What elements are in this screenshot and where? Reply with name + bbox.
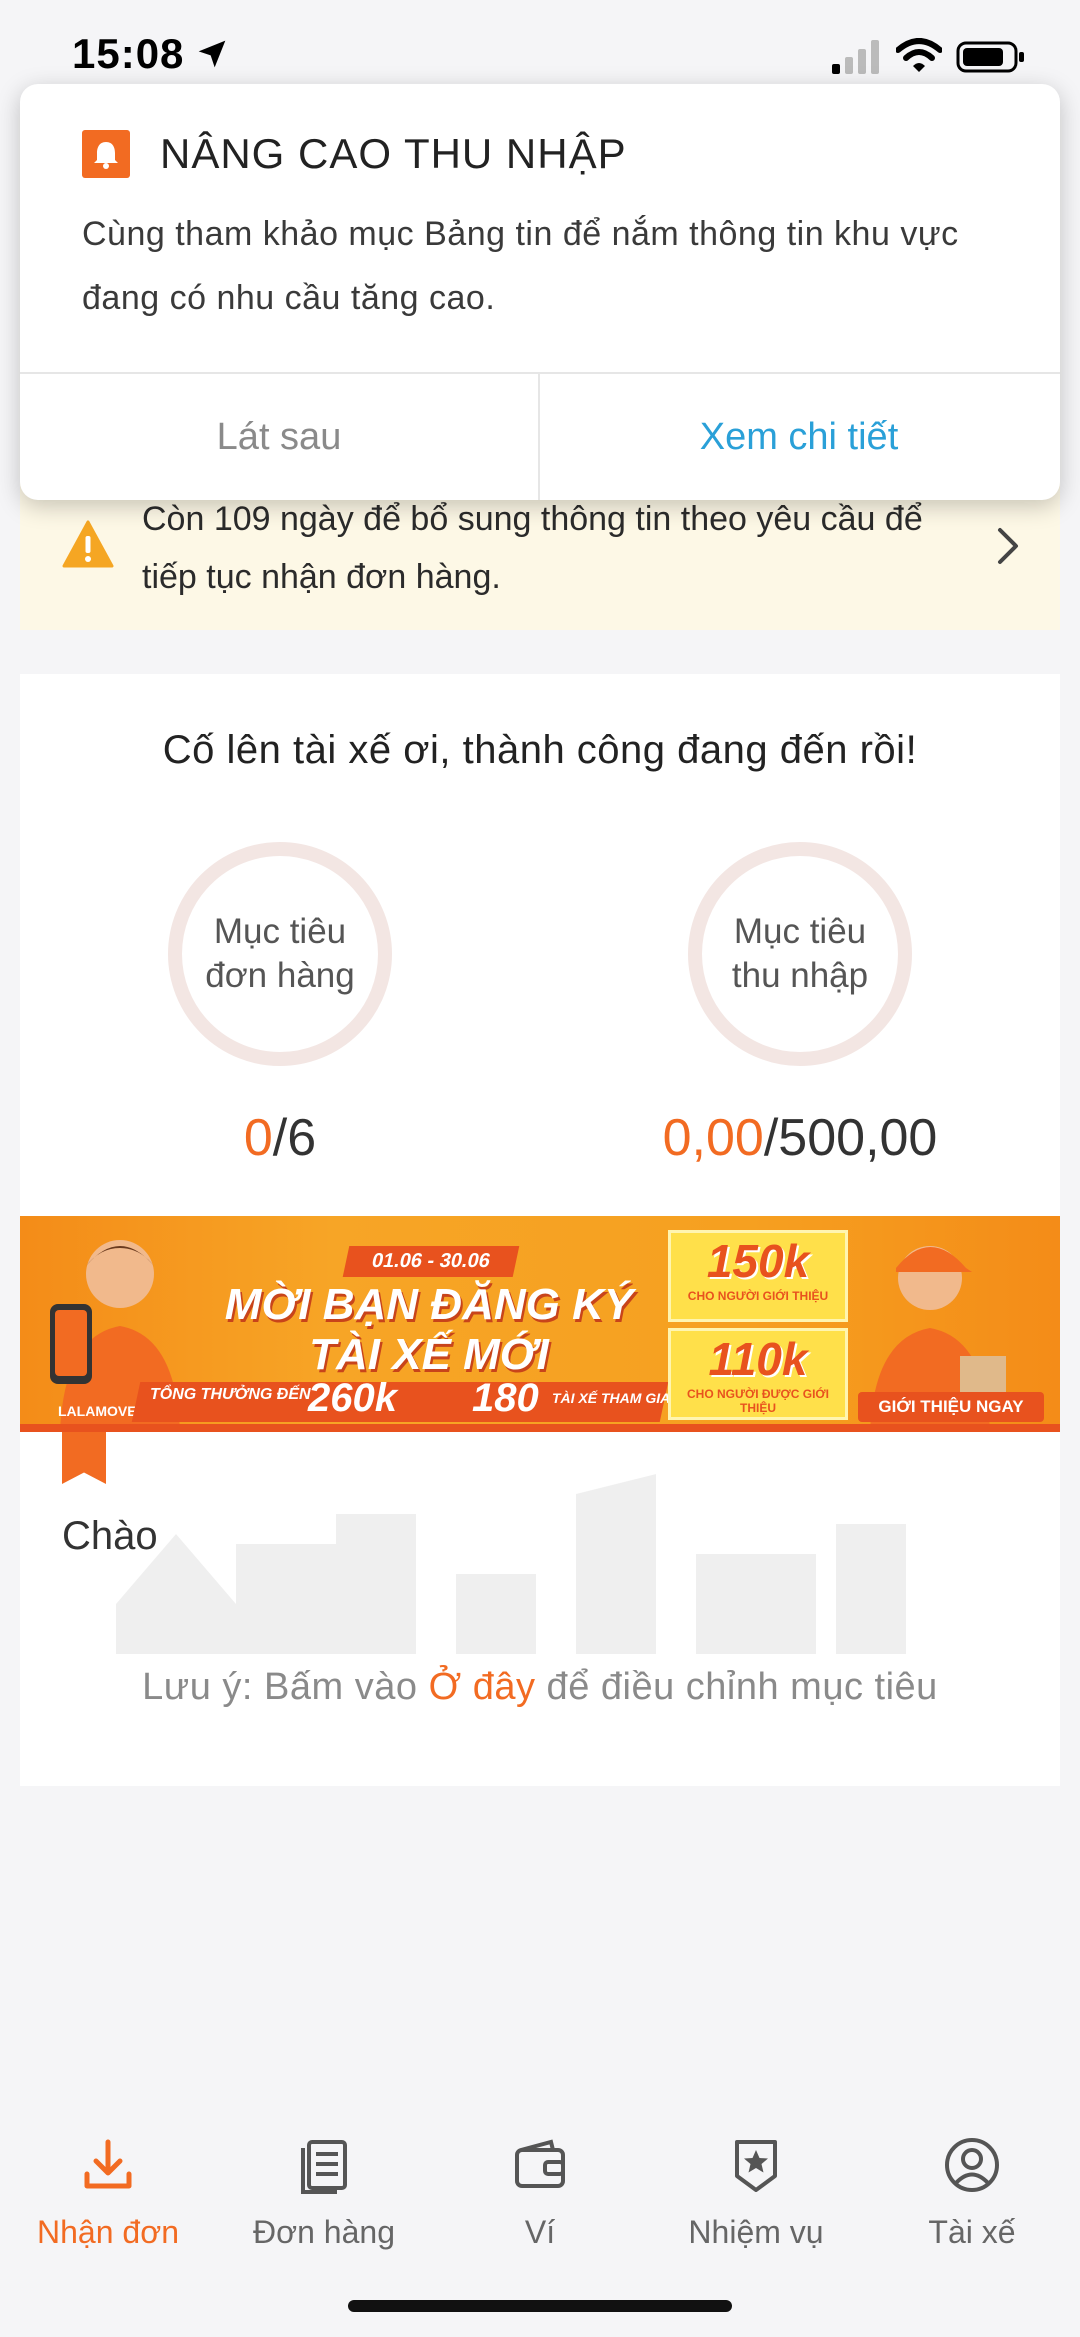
note-suffix: để điều chỉnh mục tiêu bbox=[535, 1666, 938, 1708]
referee-reward-box: 110k CHO NGƯỜI ĐƯỢC GIỚI THIỆU bbox=[668, 1328, 848, 1420]
tab-label: Ví bbox=[524, 2214, 556, 2250]
notification-body: Cùng tham khảo mục Bảng tin để nắm thông… bbox=[82, 215, 959, 317]
order-goal-ring[interactable]: Mục tiêu đơn hàng bbox=[168, 842, 392, 1066]
tab-label: Nhận đơn bbox=[37, 2214, 179, 2250]
promo-title-line1: MỜI BẠN ĐĂNG KÝ bbox=[224, 1280, 634, 1329]
adjust-goal-link[interactable]: Ở đây bbox=[429, 1666, 536, 1708]
order-progress: 0/6 bbox=[80, 1108, 480, 1168]
cellular-signal-icon bbox=[832, 40, 879, 74]
brand-text: LALAMOVE bbox=[58, 1403, 137, 1419]
chevron-right-icon bbox=[998, 528, 1018, 564]
income-progress: 0,00/500,00 bbox=[600, 1108, 1000, 1168]
motivation-slogan: Cố lên tài xế ơi, thành công đang đến rồ… bbox=[162, 728, 918, 772]
referrer-amount: 150k bbox=[706, 1235, 810, 1287]
status-bar: 15:08 bbox=[0, 0, 1080, 90]
status-time: 15:08 bbox=[72, 30, 185, 77]
income-goal-label: Mục tiêu thu nhập bbox=[731, 912, 869, 995]
goal-note: Lưu ý: Bấm vào Ở đây để điều chỉnh mục t… bbox=[20, 1666, 1060, 1709]
greeting-text: Chào bbox=[62, 1514, 158, 1558]
document-list-icon bbox=[301, 2140, 347, 2194]
city-skyline-illustration bbox=[116, 1474, 906, 1654]
income-current: 0,00 bbox=[662, 1109, 764, 1167]
location-arrow-icon bbox=[198, 40, 226, 68]
notification-popup: NÂNG CAO THU NHẬP Cùng tham khảo mục Bản… bbox=[20, 84, 1060, 500]
referral-promo-banner[interactable]: LALAMOVE 01.06 - 30.06 MỜI BẠN ĐĂNG KÝ T… bbox=[20, 1216, 1060, 1432]
bonus-amount: 260k bbox=[308, 1376, 397, 1420]
goals-card: Cố lên tài xế ơi, thành công đang đến rồ… bbox=[20, 674, 1060, 1786]
referee-amount: 110k bbox=[708, 1333, 808, 1385]
bookmark-ribbon-icon bbox=[62, 1432, 106, 1484]
home-indicator[interactable] bbox=[348, 2300, 732, 2312]
tab-label: Nhiệm vụ bbox=[688, 2214, 824, 2250]
battery-icon bbox=[956, 41, 1024, 73]
wifi-icon bbox=[896, 38, 942, 72]
tab-label: Tài xế bbox=[928, 2214, 1016, 2250]
star-badge-icon bbox=[735, 2140, 777, 2192]
tab-nhan-don[interactable]: Nhận đơn bbox=[0, 2136, 216, 2266]
view-detail-button[interactable]: Xem chi tiết bbox=[540, 374, 1058, 500]
refer-now-button[interactable]: GIỚI THIỆU NGAY bbox=[858, 1392, 1044, 1422]
referrer-reward-box: 150k CHO NGƯỜI GIỚI THIỆU bbox=[668, 1230, 848, 1322]
referee-label: CHO NGƯỜI ĐƯỢC GIỚI THIỆU bbox=[687, 1387, 829, 1415]
later-button[interactable]: Lát sau bbox=[20, 374, 538, 500]
tab-tai-xe[interactable]: Tài xế bbox=[864, 2136, 1080, 2266]
notification-title: NÂNG CAO THU NHẬP bbox=[160, 130, 627, 177]
order-current: 0 bbox=[243, 1109, 273, 1167]
warning-icon bbox=[62, 520, 114, 568]
wallet-icon bbox=[515, 2139, 565, 2188]
note-prefix: Lưu ý: Bấm vào bbox=[142, 1666, 429, 1708]
tab-nhiem-vu[interactable]: Nhiệm vụ bbox=[648, 2136, 864, 2266]
drivers-suffix: TÀI XẾ THAM GIA bbox=[552, 1390, 671, 1406]
promo-date: 01.06 - 30.06 bbox=[342, 1246, 520, 1277]
tab-label: Đơn hàng bbox=[253, 2214, 395, 2250]
bell-icon bbox=[82, 130, 130, 178]
income-goal-ring[interactable]: Mục tiêu thu nhập bbox=[688, 842, 912, 1066]
promo-title-line2: TÀI XẾ MỚI bbox=[309, 1330, 549, 1379]
tab-don-hang[interactable]: Đơn hàng bbox=[216, 2136, 432, 2266]
tab-vi[interactable]: Ví bbox=[432, 2136, 648, 2266]
banner-edge bbox=[20, 1424, 1060, 1432]
income-target: /500,00 bbox=[763, 1109, 938, 1167]
referrer-label: CHO NGƯỜI GIỚI THIỆU bbox=[687, 1289, 829, 1303]
bonus-prefix: TỔNG THƯỞNG ĐẾN bbox=[150, 1386, 311, 1403]
order-goal-label: Mục tiêu đơn hàng bbox=[205, 912, 355, 995]
download-icon bbox=[84, 2139, 132, 2189]
drivers-count: 180 bbox=[472, 1376, 539, 1420]
order-target: /6 bbox=[272, 1109, 317, 1167]
user-circle-icon bbox=[945, 2138, 999, 2192]
warning-text: Còn 109 ngày để bổ sung thông tin theo y… bbox=[142, 500, 923, 596]
